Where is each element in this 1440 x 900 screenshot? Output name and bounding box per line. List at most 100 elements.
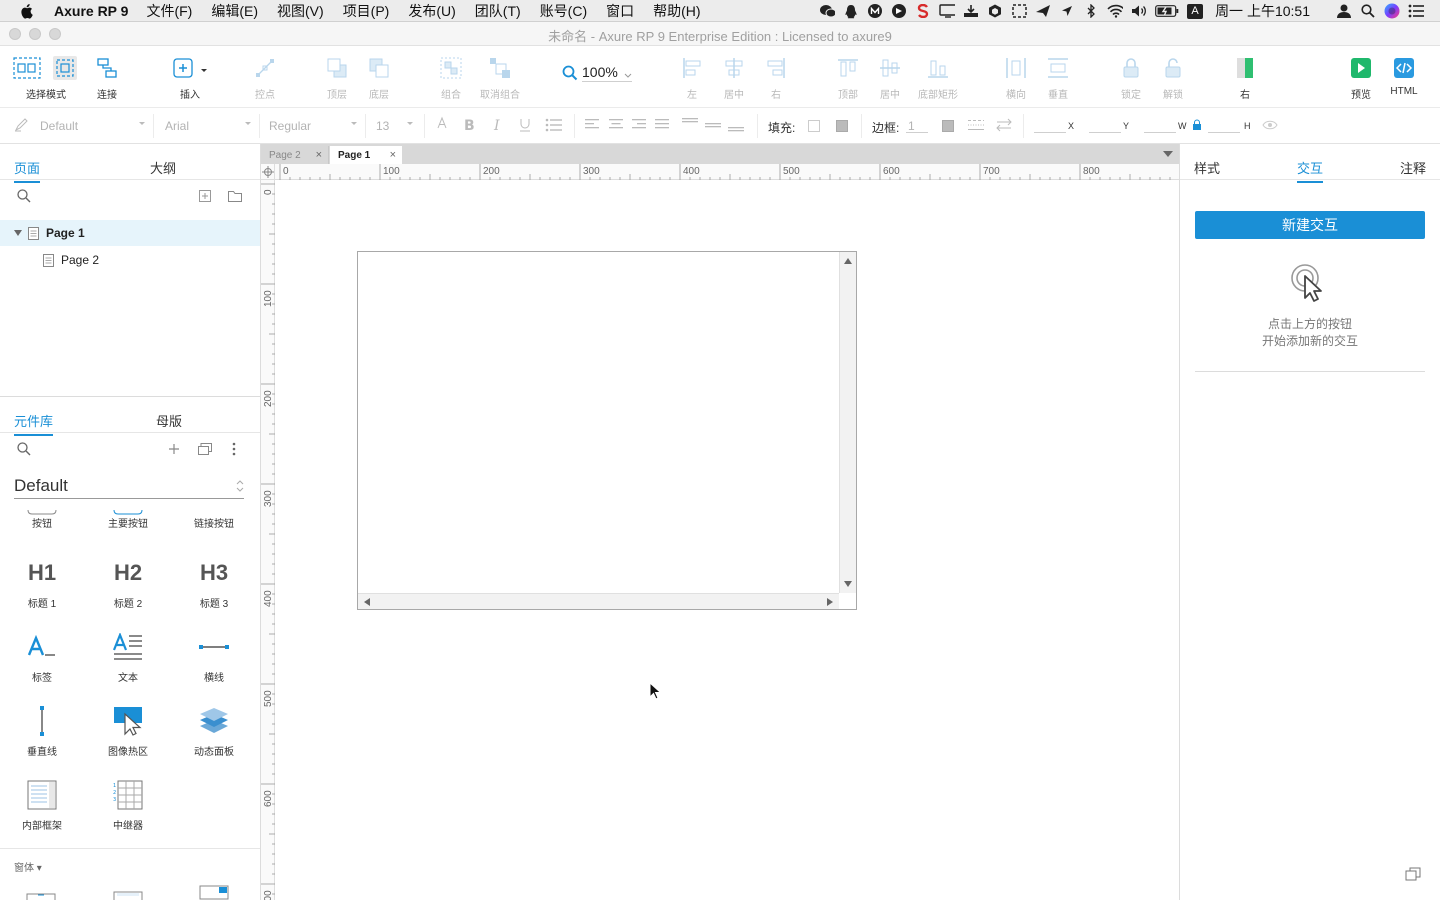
m-icon[interactable] xyxy=(867,4,883,18)
valign-bottom-icon[interactable] xyxy=(728,118,744,132)
frame-horizontal-scrollbar[interactable] xyxy=(358,593,839,609)
align-middle-button[interactable]: 居中 xyxy=(875,54,905,101)
align-top-button[interactable]: 顶部 xyxy=(833,54,863,101)
menu-file[interactable]: 文件(F) xyxy=(146,1,192,21)
doc-tab-page-1[interactable]: Page 1 × xyxy=(330,146,402,164)
widget-text-paragraph[interactable]: 文本 xyxy=(88,625,168,684)
shield-icon[interactable] xyxy=(891,4,907,18)
widget-heading-1[interactable]: H1 标题 1 xyxy=(2,551,82,610)
battery-icon[interactable] xyxy=(1155,4,1179,18)
siri-icon[interactable] xyxy=(1384,3,1400,19)
widget-inline-frame[interactable]: 内部框架 xyxy=(2,773,82,832)
connect-button[interactable]: 连接 xyxy=(92,54,122,101)
tab-outline[interactable]: 大纲 xyxy=(150,158,176,177)
send-to-back-button[interactable]: 底层 xyxy=(364,54,394,101)
menu-window[interactable]: 窗口 xyxy=(606,1,634,21)
input-method-icon[interactable]: A xyxy=(1187,3,1204,19)
aspect-lock-icon[interactable] xyxy=(1192,119,1202,131)
download-icon[interactable] xyxy=(963,4,979,18)
widget-heading-3[interactable]: H3 标题 3 xyxy=(174,551,254,610)
border-width-value[interactable]: 1 xyxy=(908,119,915,133)
align-text-justify-icon[interactable] xyxy=(655,119,669,131)
app-menu[interactable]: Axure RP 9 xyxy=(54,3,128,19)
spotlight-icon[interactable] xyxy=(1360,4,1376,18)
menu-publish[interactable]: 发布(U) xyxy=(408,1,455,21)
unlock-button[interactable]: 解锁 xyxy=(1158,54,1188,101)
border-color-swatch[interactable] xyxy=(942,120,954,132)
horizontal-ruler[interactable]: 0 100 200 300 400 500 600 700 800 xyxy=(275,164,1179,180)
widget-primary-button[interactable]: 主要按钮 xyxy=(88,501,168,530)
tab-interactions[interactable]: 交互 xyxy=(1297,158,1324,183)
bold-icon[interactable]: B xyxy=(463,117,475,133)
lock-button[interactable]: 锁定 xyxy=(1116,54,1146,101)
add-page-icon[interactable] xyxy=(199,190,211,202)
search-icon[interactable] xyxy=(17,189,31,203)
widget-image-hotspot[interactable]: 图像热区 xyxy=(88,699,168,758)
display-icon[interactable] xyxy=(939,4,956,18)
align-text-left-icon[interactable] xyxy=(585,119,599,131)
frame-vertical-scrollbar[interactable] xyxy=(839,252,856,593)
widget-horizontal-line[interactable]: 横线 xyxy=(174,625,254,684)
cube-icon[interactable] xyxy=(987,4,1003,18)
forms-widget-peek-1[interactable] xyxy=(26,889,56,900)
scroll-up-arrow-icon[interactable] xyxy=(844,258,852,264)
add-library-icon[interactable] xyxy=(168,443,180,455)
bring-to-front-button[interactable]: 顶层 xyxy=(322,54,352,101)
qq-icon[interactable] xyxy=(843,4,859,18)
arrow-style-icon[interactable] xyxy=(996,118,1012,132)
widget-link-button[interactable]: 链接按钮 xyxy=(174,501,254,530)
screenshot-icon[interactable] xyxy=(1011,4,1027,18)
group-button[interactable]: 组合 xyxy=(436,54,466,101)
tab-overflow-chevron-icon[interactable] xyxy=(1163,151,1173,157)
vertical-ruler[interactable]: 0 100 200 300 400 500 600 700 xyxy=(261,180,275,900)
insert-button[interactable]: 插入 xyxy=(170,54,210,101)
send-icon[interactable] xyxy=(1035,4,1051,18)
search-icon[interactable] xyxy=(17,442,31,456)
scroll-right-arrow-icon[interactable] xyxy=(827,598,833,606)
bluetooth-icon[interactable] xyxy=(1083,4,1099,18)
forms-widget-peek-2[interactable] xyxy=(113,888,143,900)
expand-triangle-icon[interactable] xyxy=(14,229,22,237)
distribute-horizontal-button[interactable]: 横向 xyxy=(1001,54,1031,101)
font-color-icon[interactable] xyxy=(436,116,448,132)
inline-frame-widget[interactable] xyxy=(357,251,857,610)
align-right-button[interactable]: 右 xyxy=(761,54,791,101)
font-weight-select[interactable]: Regular xyxy=(269,119,311,133)
ruler-origin[interactable] xyxy=(261,164,275,180)
publish-html-button[interactable]: HTML xyxy=(1386,54,1422,97)
align-left-button[interactable]: 左 xyxy=(677,54,707,101)
style-select[interactable]: Default xyxy=(40,119,78,133)
user-icon[interactable] xyxy=(1336,4,1352,18)
menu-edit[interactable]: 编辑(E) xyxy=(211,1,258,21)
tab-pages[interactable]: 页面 xyxy=(14,158,41,183)
tab-style[interactable]: 样式 xyxy=(1194,158,1220,177)
font-size-select[interactable]: 13 xyxy=(376,119,389,133)
page-item-page-2[interactable]: Page 2 xyxy=(0,247,260,273)
align-bottom-button[interactable]: 底部矩形 xyxy=(916,54,960,101)
ungroup-button[interactable]: 取消组合 xyxy=(478,54,522,101)
tab-notes[interactable]: 注释 xyxy=(1400,158,1426,177)
apple-icon[interactable] xyxy=(20,3,40,19)
scroll-down-arrow-icon[interactable] xyxy=(844,581,852,587)
fill-color-swatch[interactable] xyxy=(808,120,820,132)
widget-heading-2[interactable]: H2 标题 2 xyxy=(88,551,168,610)
preview-button[interactable]: 预览 xyxy=(1346,54,1376,101)
doc-tab-page-2[interactable]: Page 2 × xyxy=(261,146,329,164)
new-interaction-button[interactable]: 新建交互 xyxy=(1195,211,1425,239)
widget-repeater[interactable]: 1 2 3 中继器 xyxy=(88,773,168,832)
align-text-center-icon[interactable] xyxy=(609,119,623,131)
control-center-icon[interactable] xyxy=(1408,4,1424,18)
close-icon[interactable]: × xyxy=(316,149,322,161)
forms-widget-peek-3[interactable] xyxy=(199,885,229,900)
italic-icon[interactable]: I xyxy=(492,117,504,133)
widget-label[interactable]: 标签 xyxy=(2,625,82,684)
clock[interactable]: 周一 上午10:51 xyxy=(1215,1,1310,21)
menu-project[interactable]: 项目(P) xyxy=(343,1,390,21)
location-icon[interactable] xyxy=(1059,4,1075,18)
wechat-icon[interactable] xyxy=(819,4,836,18)
forms-section-header[interactable]: 窗体 ▾ xyxy=(14,859,42,874)
align-text-right-icon[interactable] xyxy=(632,119,646,131)
align-center-button[interactable]: 居中 xyxy=(719,54,749,101)
scroll-left-arrow-icon[interactable] xyxy=(364,598,370,606)
close-icon[interactable]: × xyxy=(390,149,396,161)
